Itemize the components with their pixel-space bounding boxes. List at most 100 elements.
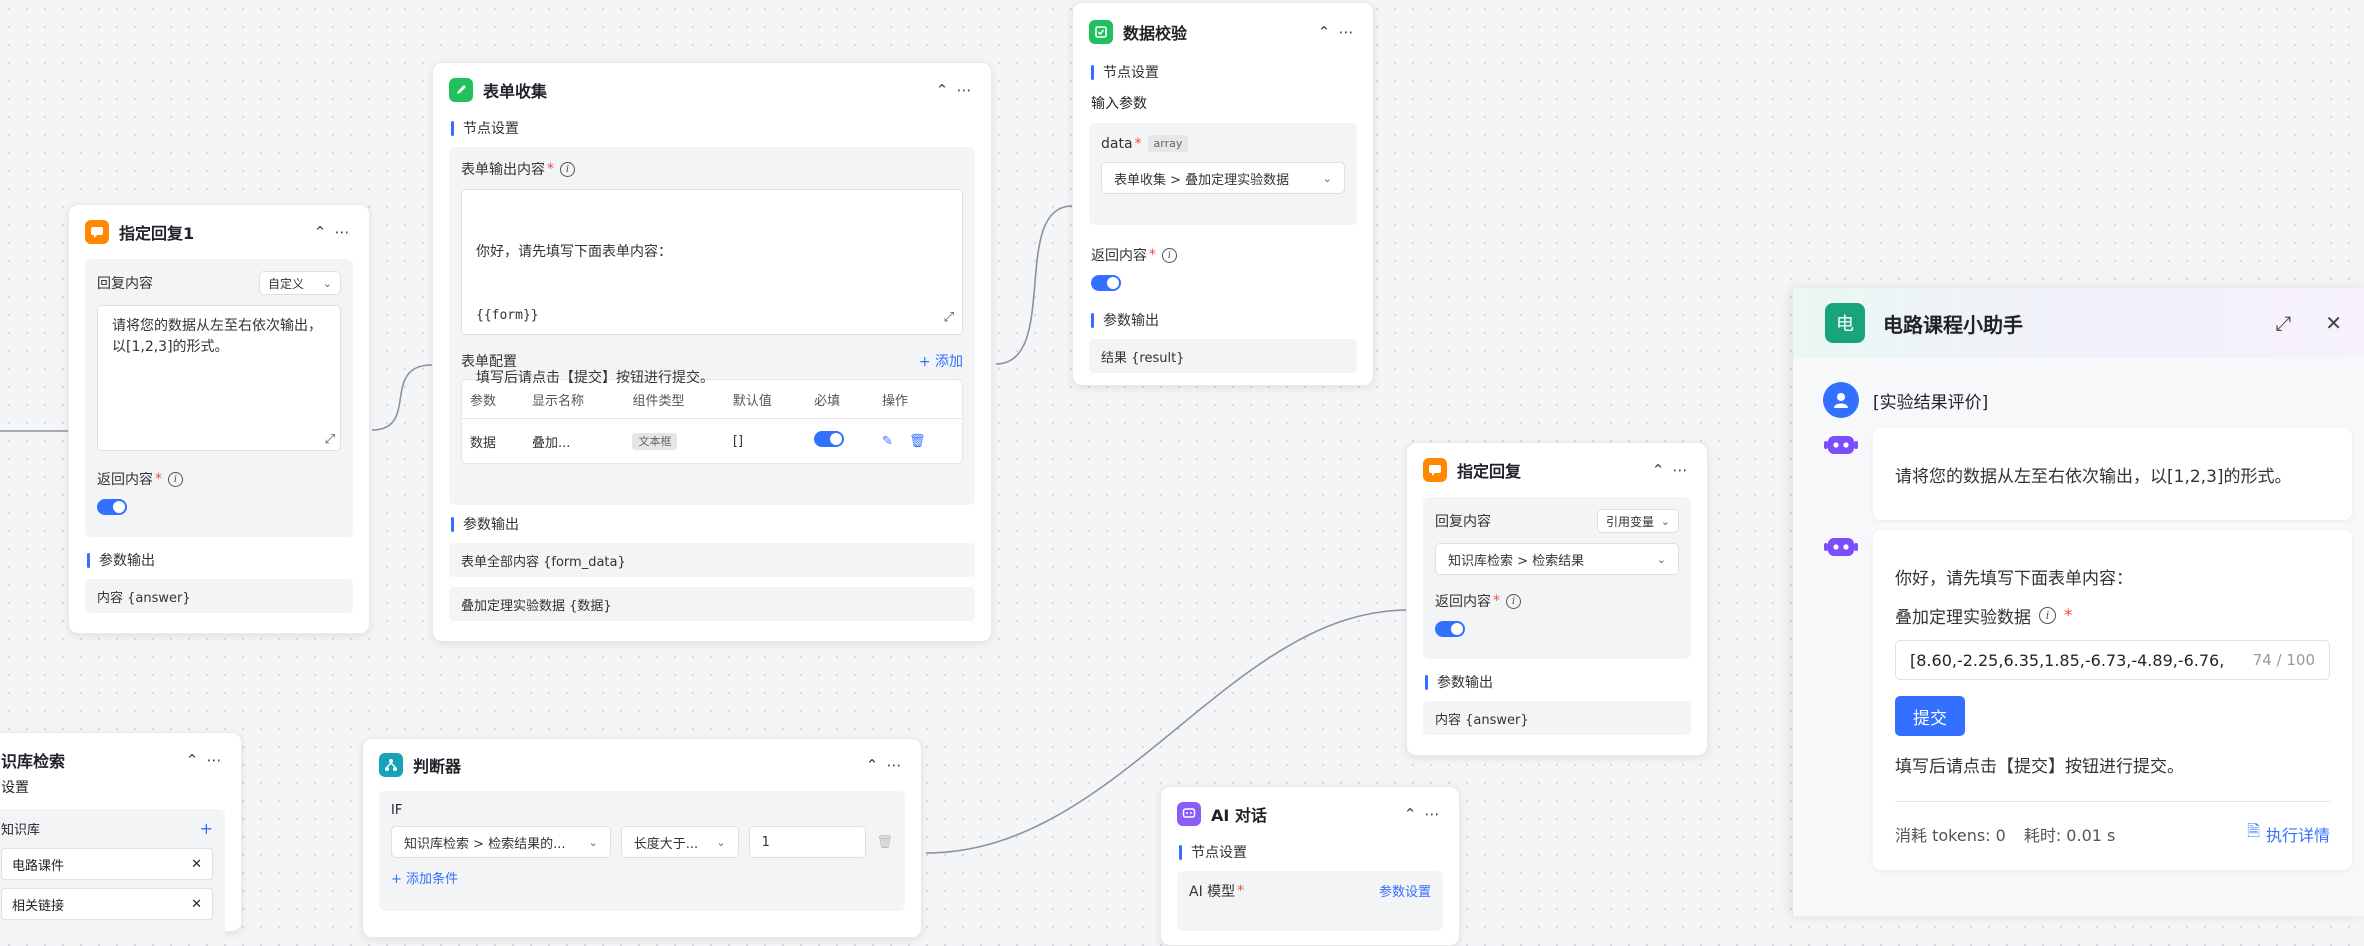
knowledge-item-label: 相关链接 bbox=[12, 898, 65, 914]
return-content-toggle[interactable] bbox=[1435, 621, 1465, 637]
required-mark: * bbox=[155, 471, 162, 487]
reply-source-select[interactable]: 知识库检索 > 检索结果 ⌄ bbox=[1435, 543, 1679, 575]
add-knowledge-button[interactable]: + bbox=[200, 819, 213, 838]
judge-node[interactable]: 判断器 ⌃ ⋯ IF 知识库检索 > 检索结果的... ⌄ 长度大于... ⌄ 1 … bbox=[362, 738, 922, 938]
condition-operator-select[interactable]: 长度大于... ⌄ bbox=[620, 826, 739, 858]
info-icon: i bbox=[168, 471, 183, 487]
more-icon[interactable]: ⋯ bbox=[331, 223, 353, 241]
node-settings-label: 节点设置 bbox=[451, 117, 973, 139]
close-icon[interactable]: ✕ bbox=[191, 897, 202, 912]
return-content-label: 返回内容 * i bbox=[1435, 591, 1679, 611]
more-icon[interactable]: ⋯ bbox=[883, 756, 905, 774]
more-icon[interactable]: ⋯ bbox=[1335, 23, 1357, 41]
info-icon: i bbox=[2039, 607, 2056, 624]
chat-header: 电 电路课程小助手 ⤢ ✕ bbox=[1793, 288, 2364, 358]
form-node-header: 表单收集 ⌃ ⋯ bbox=[433, 63, 991, 117]
required-toggle[interactable] bbox=[814, 431, 845, 447]
data-source-select[interactable]: 表单收集 > 叠加定理实验数据 ⌄ bbox=[1101, 162, 1345, 194]
message-icon bbox=[85, 220, 109, 244]
reply-mode-select[interactable]: 引用变量 ⌄ bbox=[1597, 509, 1679, 533]
expand-icon[interactable]: ⤢ bbox=[325, 432, 335, 447]
reply-node-2[interactable]: 指定回复 ⌃ ⋯ 回复内容 引用变量 ⌄ 知识库检索 > 检索结果 ⌄ 返回内容 * i… bbox=[1406, 442, 1708, 756]
return-content-text: 返回内容 bbox=[97, 472, 153, 488]
ai-chat-node[interactable]: AI 对话 ⌃ ⋯ 节点设置 AI 模型 * 参数设置 bbox=[1160, 786, 1460, 946]
collapse-icon[interactable]: ⌃ bbox=[1647, 461, 1669, 479]
form-node[interactable]: 表单收集 ⌃ ⋯ 节点设置 表单输出内容 * i 你好，请先填写下面表单内容： {{… bbox=[432, 62, 992, 642]
required-mark: * bbox=[1237, 883, 1245, 899]
close-icon[interactable]: ✕ bbox=[191, 857, 202, 872]
form-output-label: 表单输出内容 * i bbox=[461, 159, 963, 179]
form-after-text: 填写后请点击【提交】按钮进行提交。 bbox=[1895, 757, 2184, 777]
reply-source-value: 知识库检索 > 检索结果 bbox=[1448, 553, 1585, 569]
collapse-icon[interactable]: ⌃ bbox=[309, 223, 331, 241]
delete-icon[interactable]: 🗑 bbox=[876, 835, 893, 850]
return-content-toggle[interactable] bbox=[97, 499, 127, 515]
collapse-icon[interactable]: ⌃ bbox=[181, 751, 203, 769]
bot-message-2: 你好，请先填写下面表单内容： 叠加定理实验数据 i * [8.60,-2.25,6.… bbox=[1873, 530, 2352, 870]
close-icon[interactable]: ✕ bbox=[2325, 311, 2342, 335]
form-field-input[interactable]: [8.60,-2.25,6.35,1.85,-6.73,-4.89,-6.76,… bbox=[1895, 640, 2330, 680]
reply-settings-panel: 回复内容 引用变量 ⌄ 知识库检索 > 检索结果 ⌄ 返回内容 * i bbox=[1423, 497, 1691, 659]
node-title: 表单收集 bbox=[483, 82, 548, 101]
chevron-down-icon: ⌄ bbox=[1660, 514, 1670, 528]
execution-detail-link[interactable]: 🗎 执行详情 bbox=[2247, 820, 2330, 847]
list-item[interactable]: 电路课件 ✕ bbox=[1, 848, 213, 880]
wire-reply1-to-form bbox=[371, 364, 433, 431]
textarea-line-3: 填写后请点击【提交】按钮进行提交。 bbox=[476, 370, 714, 386]
message-stats: 消耗 tokens: 0 耗时: 0.01 s 🗎 执行详情 bbox=[1895, 820, 2330, 847]
submit-button[interactable]: 提交 bbox=[1895, 696, 1965, 736]
node-settings-label: 节点设置 bbox=[1091, 61, 1355, 83]
reply-mode-select[interactable]: 自定义 ⌄ bbox=[259, 271, 341, 295]
user-message-text: [实验结果评价] bbox=[1873, 392, 1989, 413]
info-icon: i bbox=[1162, 247, 1177, 263]
knowledge-item-label: 电路课件 bbox=[12, 858, 65, 874]
node-settings-label: 设置 bbox=[1, 780, 29, 796]
condition-variable-select[interactable]: 知识库检索 > 检索结果的... ⌄ bbox=[391, 826, 611, 858]
more-icon[interactable]: ⋯ bbox=[953, 81, 975, 99]
required-mark: * bbox=[1149, 247, 1156, 263]
param-settings-link[interactable]: 参数设置 bbox=[1379, 881, 1431, 901]
expand-icon[interactable]: ⤢ bbox=[944, 307, 954, 328]
collapse-icon[interactable]: ⌃ bbox=[861, 756, 883, 774]
data-source-value: 表单收集 > 叠加定理实验数据 bbox=[1114, 172, 1290, 188]
node-title: 数据校验 bbox=[1123, 24, 1188, 43]
validate-node[interactable]: 数据校验 ⌃ ⋯ 节点设置 输入参数 data * array 表单收集 > 叠加… bbox=[1072, 2, 1374, 386]
form-output-textarea[interactable]: 你好，请先填写下面表单内容： {{form}} 填写后请点击【提交】按钮进行提交… bbox=[461, 189, 963, 386]
more-icon[interactable]: ⋯ bbox=[1669, 461, 1691, 479]
more-icon[interactable]: ⋯ bbox=[203, 751, 225, 769]
message-icon bbox=[1423, 458, 1447, 482]
workflow-canvas[interactable]: 指定回复1 ⌃ ⋯ 回复内容 自定义 ⌄ 请将您的数据从左至右依次输出， 以[1,… bbox=[0, 0, 2364, 946]
bot-avatar bbox=[1823, 530, 1859, 566]
collapse-icon[interactable]: ⌃ bbox=[1313, 23, 1335, 41]
validate-icon bbox=[1089, 20, 1113, 44]
time-stat: 耗时: 0.01 s bbox=[2023, 825, 2116, 845]
collapse-icon[interactable]: ⌃ bbox=[1399, 805, 1421, 823]
user-avatar bbox=[1823, 382, 1859, 418]
chevron-down-icon: ⌄ bbox=[1656, 552, 1666, 566]
condition-value-input[interactable]: 1 bbox=[748, 826, 867, 858]
output-item: 表单全部内容 {form_data} bbox=[449, 543, 975, 577]
chat-title: 电路课程小助手 bbox=[1883, 312, 2023, 337]
fullscreen-icon[interactable]: ⤢ bbox=[2275, 311, 2291, 335]
return-content-toggle[interactable] bbox=[1091, 275, 1121, 291]
knowledge-search-node[interactable]: 识库检索 ⌃ ⋯ 设置 知识库 + 电路课件 ✕ 相关链接 ✕ bbox=[0, 732, 242, 939]
branch-icon bbox=[379, 753, 403, 777]
node-title: AI 对话 bbox=[1211, 806, 1267, 825]
reply-node-1[interactable]: 指定回复1 ⌃ ⋯ 回复内容 自定义 ⌄ 请将您的数据从左至右依次输出， 以[1,… bbox=[68, 204, 370, 634]
reply-content-textarea[interactable]: 请将您的数据从左至右依次输出， 以[1,2,3]的形式。 bbox=[97, 305, 341, 451]
bot-avatar bbox=[1823, 428, 1859, 464]
app-logo: 电 bbox=[1825, 303, 1865, 343]
list-item[interactable]: 相关链接 ✕ bbox=[1, 888, 213, 920]
more-icon[interactable]: ⋯ bbox=[1421, 805, 1443, 823]
return-content-label: 返回内容 * i bbox=[1091, 245, 1355, 265]
add-condition-button[interactable]: + 添加条件 bbox=[391, 868, 893, 887]
required-mark: * bbox=[1134, 135, 1142, 152]
data-param-label: data * array bbox=[1101, 135, 1345, 152]
output-item: 内容 {answer} bbox=[1423, 701, 1691, 735]
chat-panel: 电 电路课程小助手 ⤢ ✕ [实验结果评价] 请将您的数据从左至右依次输出，以[… bbox=[1792, 288, 2364, 916]
collapse-icon[interactable]: ⌃ bbox=[931, 81, 953, 99]
reply-content-label: 回复内容 bbox=[97, 276, 153, 292]
output-section-label: 参数输出 bbox=[451, 513, 973, 535]
return-content-text: 返回内容 bbox=[1091, 248, 1147, 264]
form-field-value: [8.60,-2.25,6.35,1.85,-6.73,-4.89,-6.76, bbox=[1910, 650, 2225, 670]
